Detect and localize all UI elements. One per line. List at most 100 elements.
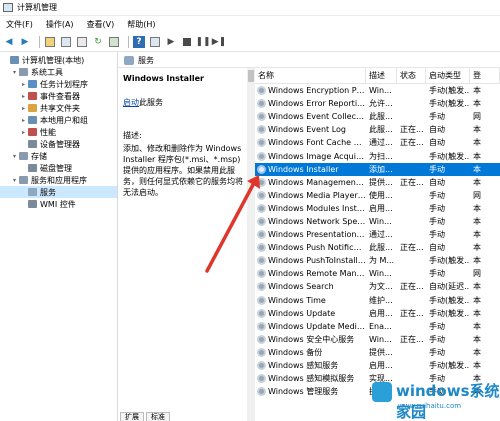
tree-item[interactable]: 计算机管理(本地) bbox=[0, 54, 117, 66]
service-row[interactable]: Windows Image Acquisiti... 为扫... 手动(触发... 本 bbox=[255, 149, 500, 162]
service-row[interactable]: Windows PushToInstall ... 为 M... 手动(触发... 本 bbox=[255, 254, 500, 267]
service-startup-type: 手动(触发... bbox=[429, 256, 470, 266]
service-row[interactable]: Windows Modules Install... 启用... 手动 本 bbox=[255, 202, 500, 215]
chevron-down-icon[interactable]: ▾ bbox=[11, 177, 18, 184]
tree-item[interactable]: ▸ 共享文件夹 bbox=[0, 102, 117, 114]
chevron-right-icon[interactable]: ▸ bbox=[20, 129, 27, 136]
service-row[interactable]: Windows Time 维护... 手动(触发... 本 bbox=[255, 294, 500, 307]
up-folder-icon[interactable] bbox=[44, 36, 56, 48]
service-description: Win... bbox=[369, 269, 392, 279]
service-name-cell: Windows 安全中心服务 bbox=[255, 334, 366, 345]
menu-file[interactable]: 文件(F) bbox=[6, 19, 33, 30]
pause-icon[interactable]: ❚❚ bbox=[195, 36, 210, 48]
tree-item[interactable]: ▾ 系统工具 bbox=[0, 66, 117, 78]
service-name-cell: Windows Installer bbox=[255, 164, 366, 174]
tree-item-label: 事件查看器 bbox=[40, 91, 80, 101]
service-action-text: 此服务 bbox=[139, 98, 163, 107]
service-startup-type: 手动 bbox=[429, 216, 445, 226]
stop-icon[interactable] bbox=[181, 36, 193, 48]
details-scrollbar[interactable] bbox=[247, 68, 255, 421]
service-row[interactable]: Windows Push Notificati... 此服... 正在... 自动 本 bbox=[255, 241, 500, 254]
service-row[interactable]: Windows Event Log 此服... 正在... 自动 本 bbox=[255, 123, 500, 136]
tab-standard[interactable]: 标准 bbox=[146, 412, 170, 421]
service-status: 正在... bbox=[400, 308, 424, 318]
tree-item[interactable]: ▸ 性能 bbox=[0, 126, 117, 138]
tree-item[interactable]: 设备管理器 bbox=[0, 138, 117, 150]
service-startup-type: 自动 bbox=[429, 125, 445, 135]
refresh-icon[interactable]: ↻ bbox=[92, 36, 104, 48]
column-description[interactable]: 描述 bbox=[366, 68, 397, 84]
gear-icon bbox=[257, 295, 266, 305]
chevron-right-icon[interactable]: ▸ bbox=[20, 117, 27, 124]
chevron-down-icon[interactable]: ▾ bbox=[11, 69, 18, 76]
service-startup-type: 自动 bbox=[429, 138, 445, 148]
tree-item-label: 服务和应用程序 bbox=[31, 175, 87, 185]
chevron-right-icon[interactable]: ▸ bbox=[20, 105, 27, 112]
service-row[interactable]: Windows Search 为文... 正在... 自动(延迟... 本 bbox=[255, 280, 500, 293]
tree-item[interactable]: ▸ 任务计划程序 bbox=[0, 78, 117, 90]
restart-icon[interactable]: ▶❚ bbox=[212, 36, 226, 48]
chevron-right-icon[interactable]: ▸ bbox=[20, 93, 27, 100]
chevron-right-icon[interactable]: ▸ bbox=[20, 81, 27, 88]
tree-node-icon bbox=[28, 104, 37, 112]
properties-icon[interactable] bbox=[76, 36, 88, 48]
menu-view[interactable]: 查看(V) bbox=[87, 19, 115, 30]
service-row[interactable]: Windows Font Cache Ser... 通过... 正在... 自动 本 bbox=[255, 136, 500, 149]
help-icon[interactable]: ? bbox=[133, 35, 145, 48]
list-body: Windows Encryption Pro... Win... 手动(触发... 本… bbox=[255, 84, 500, 398]
tree-item[interactable]: 服务 bbox=[0, 186, 117, 198]
service-logon: 本 bbox=[473, 164, 481, 174]
service-startup-type: 手动(触发... bbox=[429, 151, 470, 161]
tree-item[interactable]: 磁盘管理 bbox=[0, 162, 117, 174]
tab-extended[interactable]: 扩展 bbox=[120, 412, 144, 421]
tree-node-icon bbox=[28, 164, 37, 172]
service-name: Windows 备份 bbox=[268, 347, 323, 357]
service-row[interactable]: Windows Installer 添加... 手动 本 bbox=[255, 162, 500, 176]
service-row[interactable]: Windows Presentation Fo... 通过... 手动 本 bbox=[255, 228, 500, 241]
chevron-down-icon[interactable]: ▾ bbox=[11, 153, 18, 160]
service-row[interactable]: Windows Update 启用... 正在... 手动(触发... 本 bbox=[255, 307, 500, 320]
service-startup-type: 手动(触发... bbox=[429, 99, 470, 109]
tree-item[interactable]: ▸ 本地用户和组 bbox=[0, 114, 117, 126]
gear-icon bbox=[257, 112, 266, 122]
service-name: Windows Network Spee... bbox=[268, 216, 366, 226]
service-name: Windows Installer bbox=[123, 74, 204, 83]
column-startup-type[interactable]: 启动类型 bbox=[426, 68, 470, 84]
start-service-link[interactable]: 启动 bbox=[123, 98, 139, 107]
service-row[interactable]: Windows 安全中心服务 Win... 正在... 手动 本 bbox=[255, 333, 500, 346]
computer-management-icon bbox=[3, 3, 13, 12]
service-description: 维护... bbox=[369, 295, 393, 305]
column-logon[interactable]: 登 bbox=[470, 68, 500, 84]
service-row[interactable]: Windows Media Player N... 使用... 手动 网 bbox=[255, 189, 500, 202]
menu-action[interactable]: 操作(A) bbox=[46, 19, 74, 30]
column-name[interactable]: 名称 bbox=[255, 68, 366, 84]
play-icon[interactable]: ▶ bbox=[165, 36, 177, 48]
forward-icon[interactable]: ▶ bbox=[19, 36, 31, 48]
console-icon[interactable] bbox=[149, 36, 161, 48]
menu-help[interactable]: 帮助(H) bbox=[127, 19, 155, 30]
back-icon[interactable]: ◀ bbox=[3, 36, 15, 48]
show-tree-icon[interactable] bbox=[60, 36, 72, 48]
tree-item[interactable]: ▾ 存储 bbox=[0, 150, 117, 162]
tree-item-label: 性能 bbox=[40, 127, 56, 137]
column-status[interactable]: 状态 bbox=[397, 68, 426, 84]
service-row[interactable]: Windows 备份 提供... 手动 本 bbox=[255, 346, 500, 359]
service-row[interactable]: Windows Encryption Pro... Win... 手动(触发... 本 bbox=[255, 84, 500, 97]
scroll-thumb[interactable] bbox=[248, 70, 254, 82]
service-logon: 本 bbox=[473, 203, 481, 213]
service-name: Windows 感知服务 bbox=[268, 361, 339, 371]
service-row[interactable]: Windows Network Spee... Win... 手动 本 bbox=[255, 215, 500, 228]
tree-item[interactable]: ▾ 服务和应用程序 bbox=[0, 174, 117, 186]
service-row[interactable]: Windows Event Collector 此服... 手动 网 bbox=[255, 110, 500, 123]
service-row[interactable]: Windows Management I... 提供... 正在... 自动 本 bbox=[255, 176, 500, 189]
service-row[interactable]: Windows 感知服务 启用... 手动(触发... 本 bbox=[255, 359, 500, 372]
export-icon[interactable] bbox=[108, 36, 120, 48]
service-row[interactable]: Windows Error Reportin... 允许... 手动(触发... 本 bbox=[255, 97, 500, 110]
service-row[interactable]: Windows Update Medic ... Ena... 手动 本 bbox=[255, 320, 500, 333]
tree-node-icon bbox=[28, 140, 37, 148]
tree-item[interactable]: WMI 控件 bbox=[0, 198, 117, 210]
gear-icon bbox=[257, 282, 266, 292]
service-logon: 本 bbox=[473, 282, 481, 292]
tree-item[interactable]: ▸ 事件查看器 bbox=[0, 90, 117, 102]
service-row[interactable]: Windows Remote Manag... Win... 手动 网 bbox=[255, 267, 500, 280]
